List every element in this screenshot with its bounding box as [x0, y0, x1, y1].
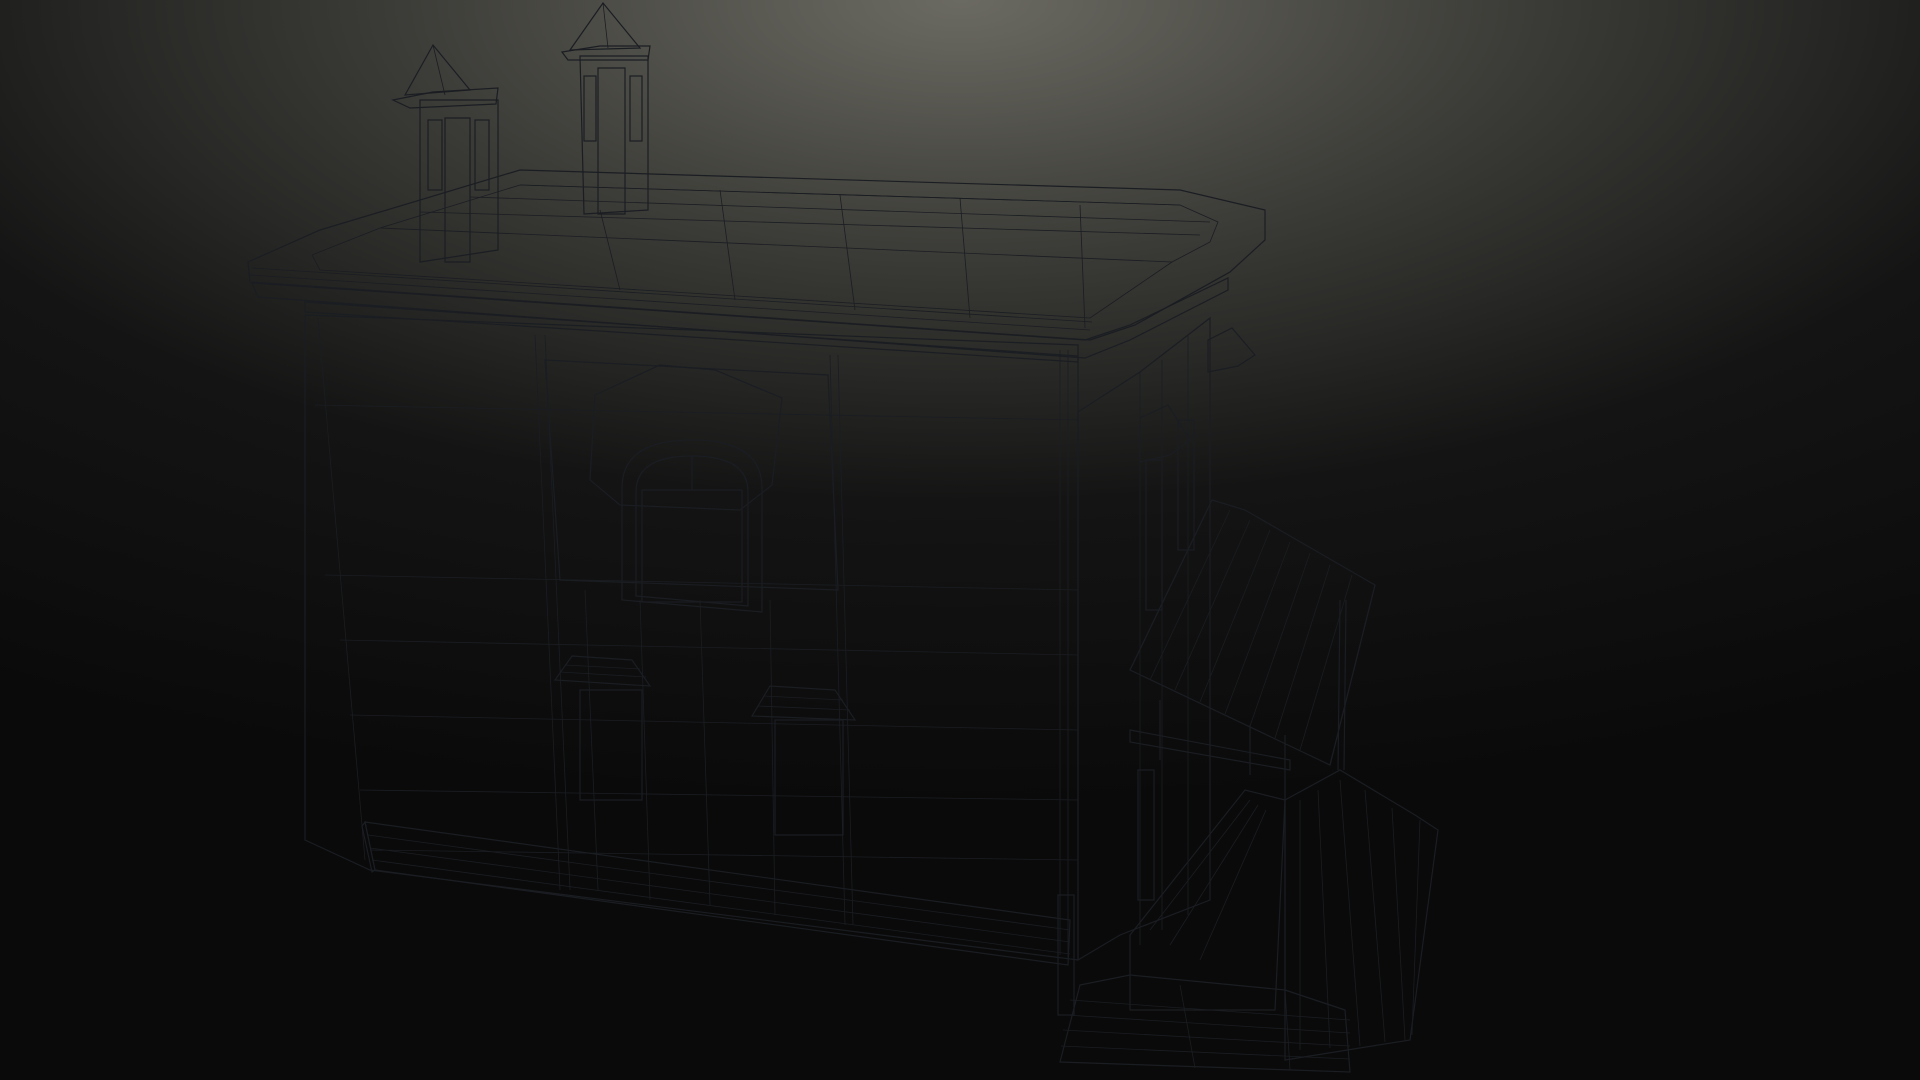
window-hood-left — [553, 655, 652, 687]
chimney-right — [560, 2, 651, 215]
render-viewport[interactable] — [0, 0, 1920, 1080]
porch-awning — [1129, 499, 1376, 1000]
house-model — [247, 2, 1439, 1073]
lower-window-left — [553, 655, 652, 801]
side-window-upper-1 — [1145, 459, 1163, 611]
side-window-upper-2 — [1177, 419, 1195, 551]
side-window-hood-2 — [1207, 327, 1256, 373]
base-plinth — [361, 820, 1071, 966]
side-window-hood-1 — [1139, 404, 1191, 463]
porch-steps — [1059, 769, 1439, 1073]
side-wall — [1077, 316, 1256, 962]
roof — [247, 169, 1266, 363]
front-wall — [304, 314, 1079, 961]
